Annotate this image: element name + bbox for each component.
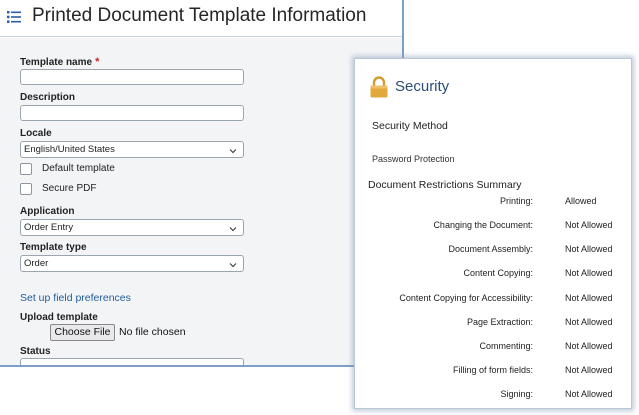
default-template-label: Default template [42, 163, 115, 174]
security-method-value: Password Protection [372, 154, 455, 164]
choose-file-button[interactable]: Choose File [50, 324, 115, 341]
locale-value: English/United States [24, 144, 115, 155]
template-type-select[interactable]: Order [20, 255, 244, 272]
restrictions-summary-heading: Document Restrictions Summary [368, 179, 522, 191]
field-preferences-link[interactable]: Set up field preferences [20, 292, 131, 304]
security-title: Security [395, 78, 450, 95]
template-info-panel: Printed Document Template Information Te… [0, 0, 404, 367]
restriction-value: Not Allowed [565, 220, 613, 230]
restriction-value: Not Allowed [565, 341, 613, 351]
chevron-down-icon [229, 223, 237, 232]
description-label: Description [20, 92, 76, 103]
restriction-value: Not Allowed [565, 244, 613, 254]
application-select[interactable]: Order Entry [20, 219, 244, 236]
lock-icon [369, 76, 389, 98]
form-body: Template name * Description Locale Englis… [0, 38, 402, 365]
no-file-text: No file chosen [119, 326, 186, 338]
restriction-name: Signing: [500, 389, 533, 399]
application-value: Order Entry [24, 222, 74, 233]
secure-pdf-checkbox[interactable] [20, 183, 32, 195]
restriction-name: Printing: [499, 196, 533, 206]
template-name-label: Template name * [20, 56, 100, 68]
status-label: Status [20, 346, 51, 357]
chevron-down-icon [229, 259, 237, 268]
restriction-name: Commenting: [479, 341, 533, 351]
template-name-input[interactable] [20, 69, 244, 85]
template-type-value: Order [24, 258, 49, 269]
restriction-value: Not Allowed [565, 268, 613, 278]
restriction-value: Not Allowed [565, 317, 613, 327]
restriction-value: Allowed [565, 196, 597, 206]
required-marker: * [95, 56, 100, 68]
application-label: Application [20, 206, 75, 217]
locale-select[interactable]: English/United States [20, 141, 244, 158]
template-type-label: Template type [20, 242, 87, 253]
restriction-value: Not Allowed [565, 389, 613, 399]
restriction-name: Filling of form fields: [452, 365, 533, 375]
restriction-name: Page Extraction: [466, 317, 533, 327]
restriction-value: Not Allowed [565, 293, 613, 303]
restriction-name: Document Assembly: [448, 244, 533, 254]
description-input[interactable] [20, 105, 244, 121]
list-icon[interactable] [7, 11, 21, 23]
upload-template-label: Upload template [20, 312, 98, 323]
locale-label: Locale [20, 128, 52, 139]
default-template-checkbox[interactable] [20, 163, 32, 175]
panel-header: Printed Document Template Information [0, 0, 402, 37]
restriction-value: Not Allowed [565, 365, 613, 375]
restriction-name: Changing the Document: [433, 220, 533, 230]
restriction-name: Content Copying: [463, 268, 533, 278]
security-method-label: Security Method [372, 120, 448, 132]
chevron-down-icon [229, 145, 237, 154]
security-panel: Security Security Method Password Protec… [354, 58, 632, 409]
restriction-name: Content Copying for Accessibility: [399, 293, 533, 303]
secure-pdf-label: Secure PDF [42, 183, 97, 194]
status-input[interactable] [20, 358, 244, 365]
page-title: Printed Document Template Information [32, 5, 367, 26]
